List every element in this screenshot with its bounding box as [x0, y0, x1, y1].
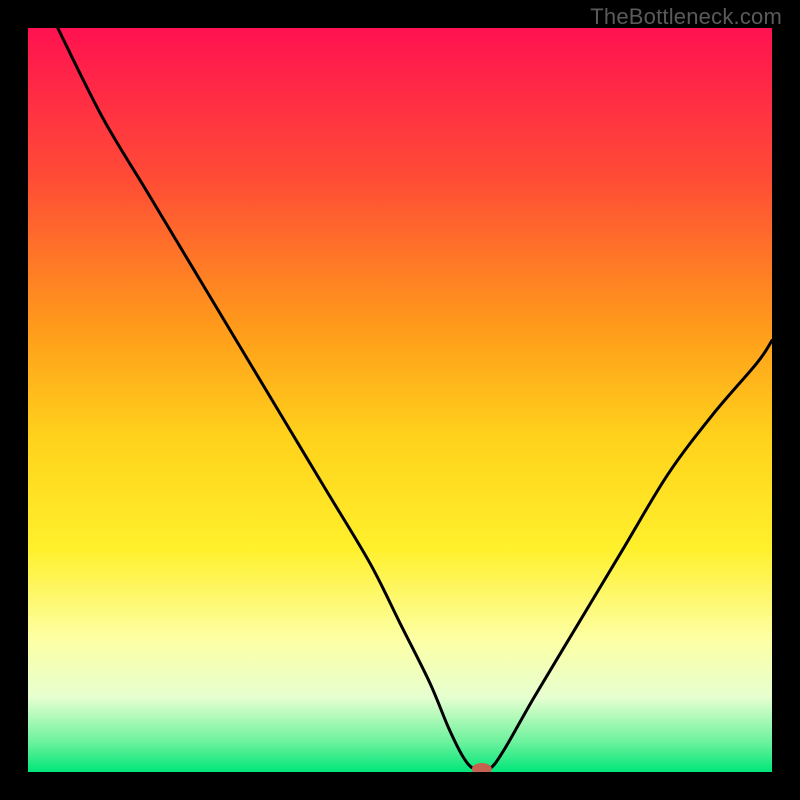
- bottleneck-chart-svg: [28, 28, 772, 772]
- watermark-text: TheBottleneck.com: [590, 4, 782, 30]
- chart-frame: TheBottleneck.com: [0, 0, 800, 800]
- gradient-background: [28, 28, 772, 772]
- plot-area: [28, 28, 772, 772]
